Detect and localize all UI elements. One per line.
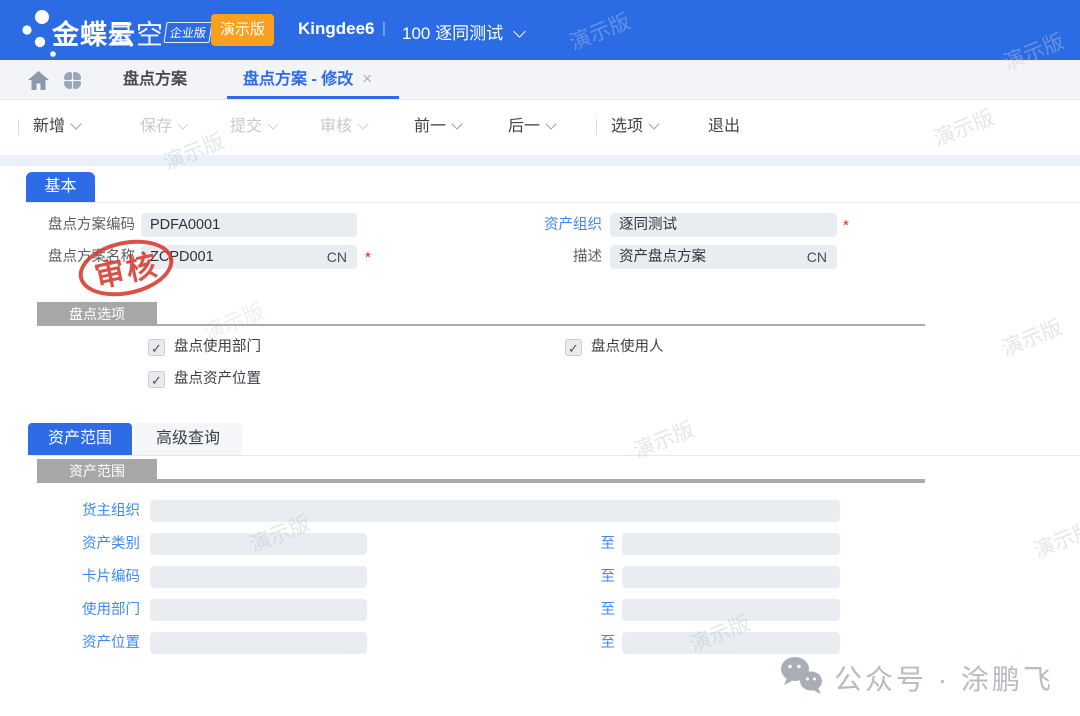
use-department-label[interactable]: 使用部门 bbox=[0, 599, 140, 621]
demo-version-badge: 演示版 bbox=[211, 14, 274, 46]
exit-button[interactable]: 退出 bbox=[708, 114, 740, 140]
org-switcher[interactable]: 100 逐同测试 bbox=[402, 19, 524, 44]
chevron-down-icon bbox=[648, 118, 659, 129]
card-number-from-input[interactable] bbox=[150, 566, 367, 588]
submit-button[interactable]: 提交 bbox=[230, 114, 277, 140]
to-label: 至 bbox=[563, 566, 615, 588]
tab-basic[interactable]: 基本 bbox=[26, 172, 95, 202]
chevron-down-icon bbox=[545, 118, 556, 129]
login-user: Kingdee6 bbox=[298, 19, 375, 39]
asset-location-from-input[interactable] bbox=[150, 632, 367, 654]
audit-stamp-text: 审核 bbox=[90, 240, 162, 296]
tab-asset-range[interactable]: 资产范围 bbox=[28, 423, 132, 455]
window-tab-bar: 盘点方案 盘点方案 - 修改 × bbox=[0, 60, 1080, 100]
range-tabs-divider bbox=[28, 455, 1080, 456]
chevron-down-icon bbox=[267, 118, 278, 129]
kingdee-window: 金蝶云 星空 企业版 演示版 Kingdee6 | 100 逐同测试 盘点方案 … bbox=[0, 0, 1080, 716]
close-icon[interactable]: × bbox=[362, 69, 372, 88]
asset-category-label[interactable]: 资产类别 bbox=[0, 533, 140, 555]
edition-badge: 企业版 bbox=[164, 22, 213, 43]
use-department-to-input[interactable] bbox=[622, 599, 840, 621]
tab-advanced-query[interactable]: 高级查询 bbox=[134, 423, 242, 455]
tab-inventory-plan-edit[interactable]: 盘点方案 - 修改 × bbox=[243, 60, 372, 100]
basic-tab-divider bbox=[26, 202, 1080, 203]
chevron-down-icon bbox=[513, 25, 526, 38]
options-button[interactable]: 选项 bbox=[611, 114, 658, 140]
audit-stamp: 审核 bbox=[73, 232, 178, 305]
owner-org-input[interactable] bbox=[150, 500, 840, 522]
demo-watermark: 演示版 bbox=[1029, 513, 1080, 564]
tab-label: 盘点方案 - 修改 bbox=[243, 71, 353, 88]
next-button[interactable]: 后一 bbox=[508, 114, 555, 140]
asset-org-input[interactable]: 逐同测试 bbox=[610, 213, 837, 237]
footer-watermark-text: 公众号 · 涂鹏飞 bbox=[834, 658, 1054, 698]
description-label: 描述 bbox=[462, 245, 602, 269]
owner-org-label[interactable]: 货主组织 bbox=[0, 500, 140, 522]
app-grid-icon[interactable] bbox=[64, 72, 81, 89]
demo-watermark: 演示版 bbox=[629, 413, 699, 464]
use-department-from-input[interactable] bbox=[150, 599, 367, 621]
audit-button[interactable]: 审核 bbox=[320, 114, 367, 140]
range-group-line bbox=[157, 479, 925, 483]
checkbox-inventory-department[interactable]: ✓ bbox=[148, 339, 165, 356]
to-label: 至 bbox=[563, 632, 615, 654]
chevron-down-icon bbox=[357, 118, 368, 129]
new-button[interactable]: 新增 bbox=[33, 114, 80, 140]
range-group-title: 资产范围 bbox=[37, 459, 157, 483]
asset-category-from-input[interactable] bbox=[150, 533, 367, 555]
checkbox-label: 盘点使用部门 bbox=[174, 338, 261, 357]
required-marker: * bbox=[365, 246, 371, 270]
to-label: 至 bbox=[563, 533, 615, 555]
plan-code-input[interactable]: PDFA0001 bbox=[141, 213, 357, 237]
home-icon[interactable] bbox=[28, 71, 49, 90]
description-value: 资产盘点方案 bbox=[619, 249, 706, 265]
plan-name-input[interactable]: ZCPD001 CN bbox=[141, 245, 357, 269]
toolbar: 新增 保存 提交 审核 前一 后一 选项 退出 bbox=[0, 100, 1080, 155]
current-org: 100 逐同测试 bbox=[402, 24, 503, 43]
locale-tag[interactable]: CN bbox=[327, 245, 347, 269]
to-label: 至 bbox=[563, 599, 615, 621]
required-marker: * bbox=[843, 214, 849, 238]
chevron-down-icon bbox=[451, 118, 462, 129]
checkbox-inventory-user[interactable]: ✓ bbox=[565, 339, 582, 356]
save-button[interactable]: 保存 bbox=[140, 114, 187, 140]
section-spacer bbox=[0, 155, 1080, 166]
asset-location-label[interactable]: 资产位置 bbox=[0, 632, 140, 654]
asset-category-to-input[interactable] bbox=[622, 533, 840, 555]
asset-org-label[interactable]: 资产组织 bbox=[462, 213, 602, 237]
wechat-icon bbox=[778, 654, 826, 698]
checkbox-label: 盘点资产位置 bbox=[174, 370, 261, 389]
description-input[interactable]: 资产盘点方案 CN bbox=[610, 245, 837, 269]
demo-watermark: 演示版 bbox=[997, 311, 1067, 362]
checkbox-inventory-location[interactable]: ✓ bbox=[148, 371, 165, 388]
previous-button[interactable]: 前一 bbox=[414, 114, 461, 140]
options-group-line bbox=[157, 324, 925, 326]
checkbox-label: 盘点使用人 bbox=[591, 338, 664, 357]
asset-location-to-input[interactable] bbox=[622, 632, 840, 654]
topbar-separator: | bbox=[382, 20, 386, 37]
toolbar-divider bbox=[18, 119, 19, 135]
tab-inventory-plan-list[interactable]: 盘点方案 bbox=[123, 60, 187, 100]
active-tab-indicator bbox=[227, 96, 399, 99]
plan-code-label: 盘点方案编码 bbox=[0, 213, 135, 237]
chevron-down-icon bbox=[177, 118, 188, 129]
options-group-title: 盘点选项 bbox=[37, 302, 157, 326]
locale-tag[interactable]: CN bbox=[807, 245, 827, 269]
card-number-to-input[interactable] bbox=[622, 566, 840, 588]
chevron-down-icon bbox=[70, 118, 81, 129]
top-bar: 金蝶云 星空 企业版 演示版 Kingdee6 | 100 逐同测试 bbox=[0, 0, 1080, 60]
toolbar-divider bbox=[596, 119, 597, 135]
brand-subname: 星空 bbox=[107, 13, 165, 52]
card-number-label[interactable]: 卡片编码 bbox=[0, 566, 140, 588]
